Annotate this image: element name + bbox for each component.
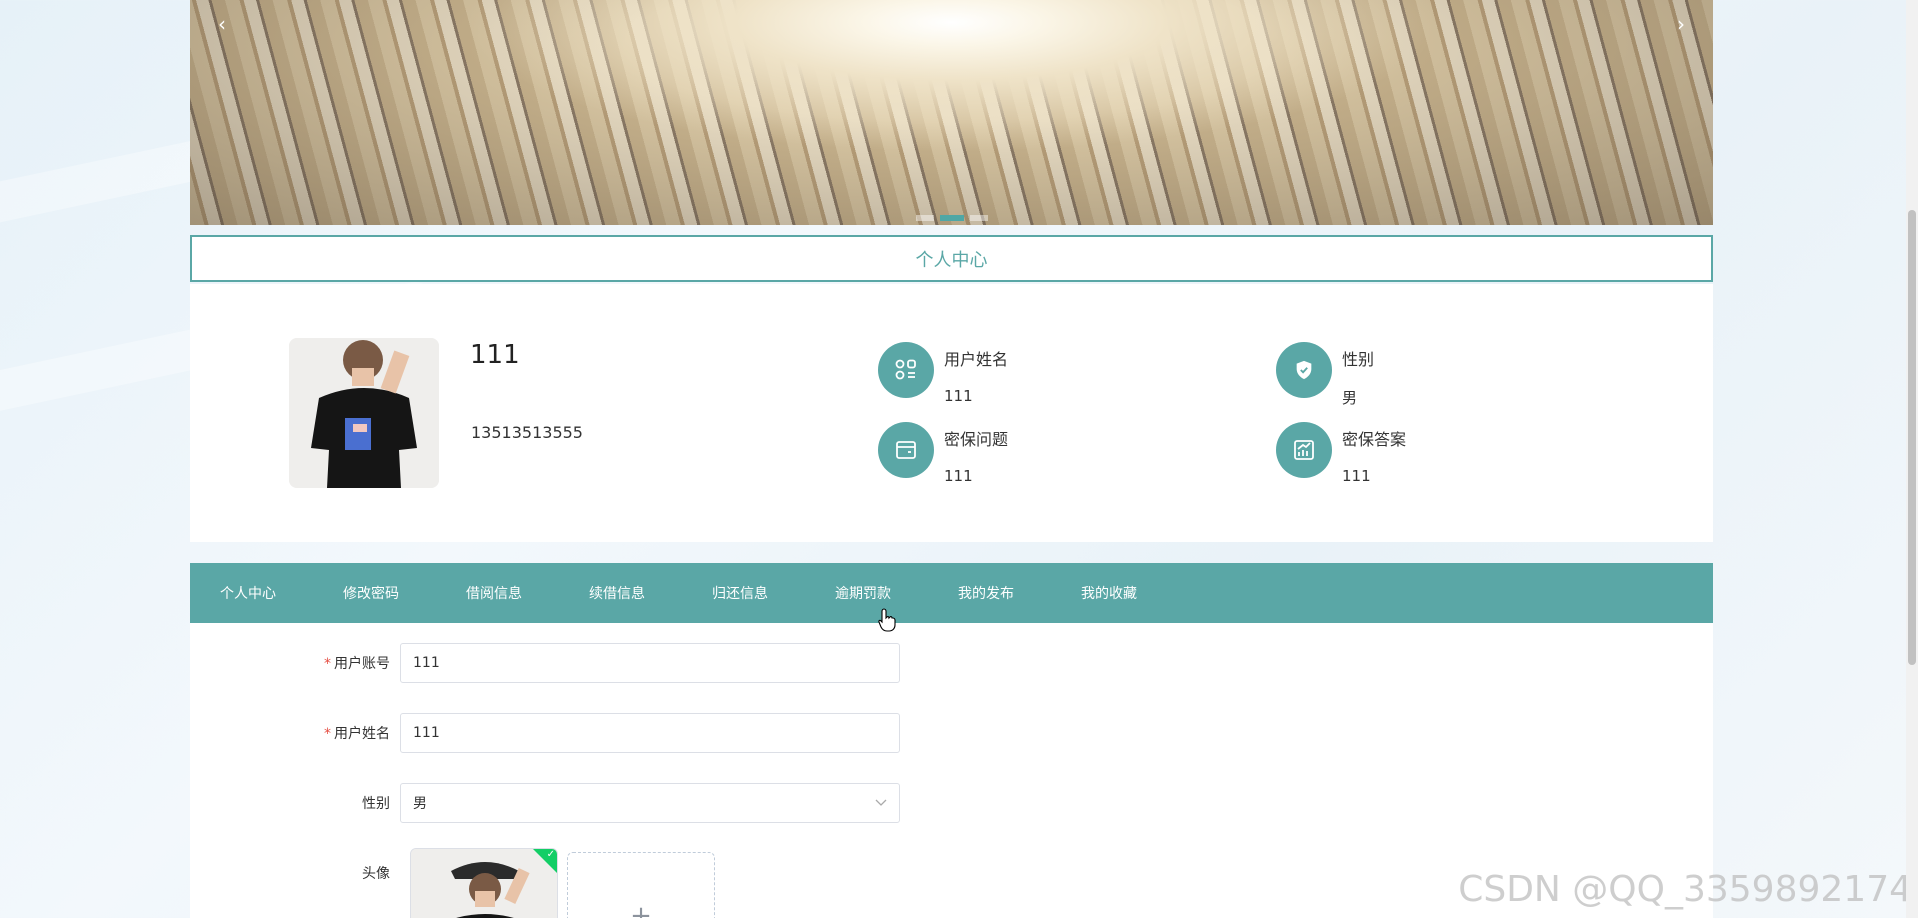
avatar-upload-button[interactable]: +	[567, 852, 715, 918]
profile-card: 111 13513513555 用户姓名 111 性别 男 密保问题 111 密…	[190, 284, 1713, 542]
carousel-next-icon[interactable]: ›	[1677, 12, 1685, 36]
shield-check-icon	[1276, 342, 1332, 398]
apps-list-icon	[878, 342, 934, 398]
wallet-card-icon	[878, 422, 934, 478]
plus-icon: +	[630, 901, 652, 918]
avatar	[289, 338, 439, 488]
chart-trend-icon	[1276, 422, 1332, 478]
tab-profile[interactable]: 个人中心	[220, 583, 276, 603]
info-value: 111	[1342, 467, 1371, 485]
user-center-tabs: 个人中心 修改密码 借阅信息 续借信息 归还信息 逾期罚款 我的发布 我的收藏	[190, 563, 1713, 623]
avatar-upload-preview[interactable]: ✓	[410, 848, 558, 918]
tab-return-info[interactable]: 归还信息	[712, 583, 768, 603]
gender-value: 男	[413, 796, 427, 812]
tab-my-favorites[interactable]: 我的收藏	[1081, 583, 1137, 603]
carousel-indicators	[915, 215, 988, 221]
info-security-answer: 密保答案 111	[1276, 422, 1406, 485]
chevron-down-icon	[875, 796, 887, 810]
gender-select[interactable]: 男	[400, 783, 900, 823]
tab-renew-info[interactable]: 续借信息	[589, 583, 645, 603]
name-label: 用户姓名	[334, 726, 390, 742]
required-mark: *	[324, 726, 331, 742]
scrollbar-thumb[interactable]	[1908, 210, 1916, 665]
hand-cursor-icon	[878, 608, 896, 636]
avatar-label: 头像	[362, 866, 390, 882]
info-label: 性别	[1342, 350, 1375, 369]
carousel-dot[interactable]	[915, 215, 934, 221]
account-input[interactable]: 111	[400, 643, 900, 683]
upload-success-icon: ✓	[533, 849, 557, 873]
account-value: 111	[413, 655, 440, 671]
info-value: 111	[944, 387, 973, 405]
page-title: 个人中心	[190, 235, 1713, 282]
form-row-account: * 用户账号 111	[190, 643, 900, 683]
watermark: CSDN @QQ_3359892174	[1458, 869, 1912, 910]
banner-image	[190, 0, 1713, 225]
info-value: 男	[1342, 389, 1358, 407]
form-row-avatar: 头像	[190, 863, 400, 883]
name-input[interactable]: 111	[400, 713, 900, 753]
profile-name: 111	[470, 340, 520, 370]
form-row-gender: 性别 男	[190, 783, 900, 823]
tab-change-password[interactable]: 修改密码	[343, 583, 399, 603]
banner-carousel: ‹ ›	[190, 0, 1713, 225]
account-label: 用户账号	[334, 656, 390, 672]
required-mark: *	[324, 656, 331, 672]
profile-phone: 13513513555	[471, 423, 583, 442]
info-label: 用户姓名	[944, 350, 1009, 369]
carousel-dot-active[interactable]	[939, 215, 964, 221]
form-row-name: * 用户姓名 111	[190, 713, 900, 753]
info-label: 密保答案	[1342, 430, 1407, 449]
page-title-text: 个人中心	[915, 249, 988, 271]
tab-overdue-fines[interactable]: 逾期罚款	[835, 583, 891, 603]
tab-my-posts[interactable]: 我的发布	[958, 583, 1014, 603]
carousel-prev-icon[interactable]: ‹	[218, 12, 226, 36]
info-value: 111	[944, 467, 973, 485]
info-user-name: 用户姓名 111	[878, 342, 1008, 405]
info-security-question: 密保问题 111	[878, 422, 1008, 485]
name-value: 111	[413, 725, 440, 741]
info-gender: 性别 男	[1276, 342, 1374, 408]
gender-label: 性别	[362, 796, 390, 812]
page-scrollbar[interactable]	[1906, 0, 1918, 918]
carousel-dot[interactable]	[969, 215, 988, 221]
tab-borrow-info[interactable]: 借阅信息	[466, 583, 522, 603]
info-label: 密保问题	[944, 430, 1009, 449]
